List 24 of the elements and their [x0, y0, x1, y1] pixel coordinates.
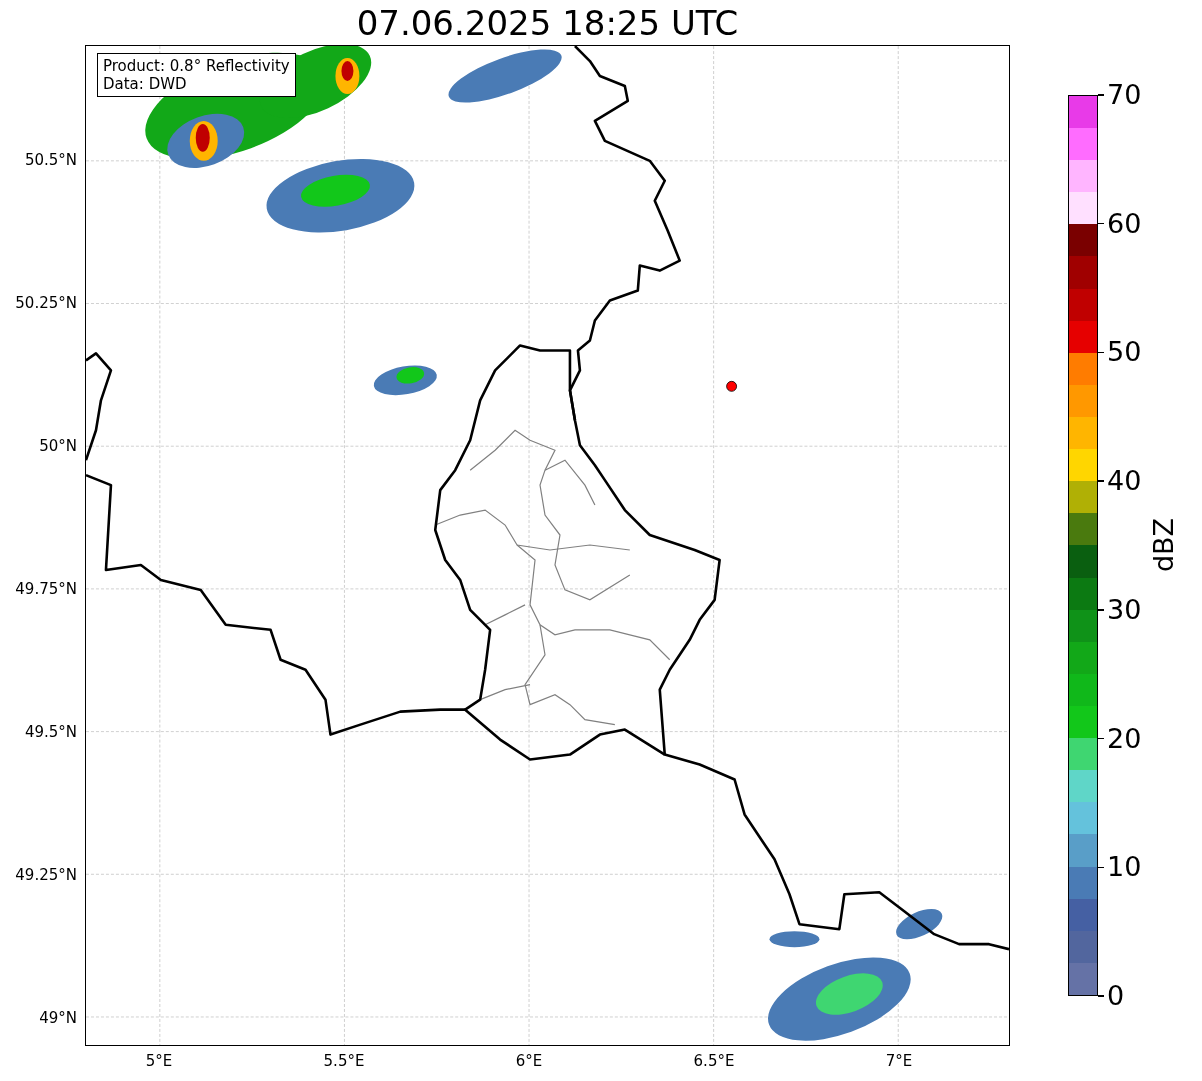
colorbar-tick-label: 10 — [1107, 851, 1142, 884]
chart-title: 07.06.2025 18:25 UTC — [355, 1, 740, 45]
latitude-label: 50.5°N — [24, 151, 77, 169]
latitude-label: 49.75°N — [15, 580, 77, 598]
latitude-label: 50°N — [39, 437, 77, 455]
colorbar-tick-label: 30 — [1107, 593, 1142, 626]
colorbar-tick-label: 0 — [1107, 980, 1125, 1012]
colorbar-tick-label: 60 — [1107, 207, 1142, 240]
colorbar-tick-label: 20 — [1107, 722, 1142, 755]
longitude-label: 7°E — [885, 1052, 913, 1070]
latitude-label: 49.25°N — [15, 866, 77, 884]
colorbar-tick-label: 40 — [1107, 465, 1142, 498]
colorbar-tick-label: 70 — [1107, 79, 1142, 111]
latitude-label: 49.5°N — [24, 723, 77, 741]
colorbar-tick-label: 50 — [1107, 336, 1142, 369]
latitude-label: 50.25°N — [15, 294, 77, 312]
longitude-label: 6.5°E — [693, 1052, 735, 1070]
longitude-label: 5°E — [145, 1052, 173, 1070]
longitude-label: 6°E — [515, 1052, 543, 1070]
longitude-label: 5.5°E — [323, 1052, 365, 1070]
annotation-text: Data: DWD — [103, 75, 188, 93]
colorbar-axis-label: dBZ — [1148, 517, 1180, 573]
annotation-text: Product: 0.8° Reflectivity — [103, 57, 290, 75]
latitude-label: 49°N — [39, 1009, 77, 1027]
